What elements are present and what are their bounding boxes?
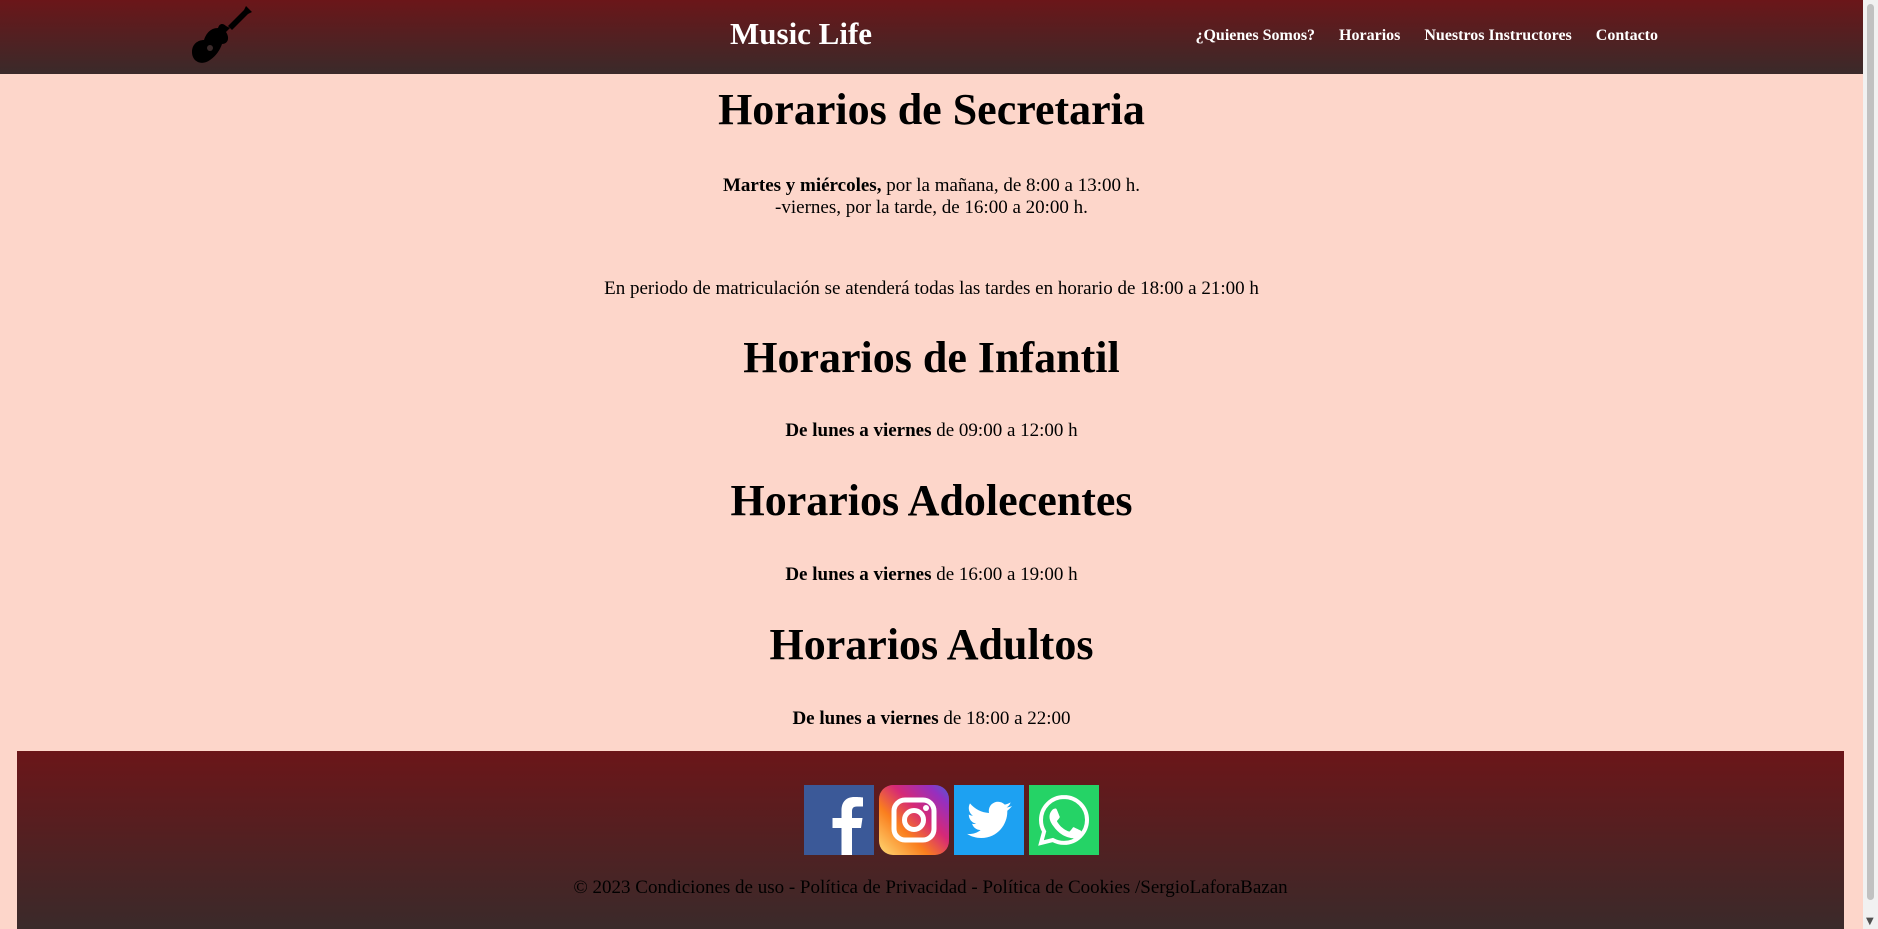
nav-horarios[interactable]: Horarios xyxy=(1339,27,1400,45)
social-links xyxy=(804,785,1099,855)
secretaria-hours: por la mañana, de 8:00 a 13:00 h. xyxy=(881,175,1140,196)
adultos-hours: de 18:00 a 22:00 xyxy=(938,708,1071,729)
adultos-schedule: De lunes a viernes de 18:00 a 22:00 xyxy=(0,707,1863,730)
secretaria-line2: -viernes, por la tarde, de 16:00 a 20:00… xyxy=(775,197,1088,218)
page: Music Life ¿Quienes Somos? Horarios Nues… xyxy=(0,0,1878,929)
adolecentes-schedule: De lunes a viernes de 16:00 a 19:00 h xyxy=(0,563,1863,586)
site-footer: © 2023 Condiciones de uso - Política de … xyxy=(17,751,1844,929)
secretaria-days: Martes y miércoles, xyxy=(723,175,882,196)
infantil-days: De lunes a viernes xyxy=(785,420,932,441)
nav-contacto[interactable]: Contacto xyxy=(1596,27,1658,45)
site-header: Music Life ¿Quienes Somos? Horarios Nues… xyxy=(0,0,1863,74)
adolecentes-title: Horarios Adolecentes xyxy=(730,476,1133,525)
secretaria-title: Horarios de Secretaria xyxy=(718,85,1145,134)
twitter-icon[interactable] xyxy=(954,785,1024,855)
adolecentes-hours: de 16:00 a 19:00 h xyxy=(931,564,1078,585)
whatsapp-icon[interactable] xyxy=(1029,785,1099,855)
adolecentes-days: De lunes a viernes xyxy=(785,564,932,585)
infantil-title: Horarios de Infantil xyxy=(743,333,1120,382)
instagram-icon[interactable] xyxy=(879,785,949,855)
matriculacion-note: En periodo de matriculación se atenderá … xyxy=(604,278,1259,299)
adultos-days: De lunes a viernes xyxy=(792,708,939,729)
main-nav: ¿Quienes Somos? Horarios Nuestros Instru… xyxy=(1195,27,1658,45)
infantil-hours: de 09:00 a 12:00 h xyxy=(931,420,1078,441)
footer-copyright[interactable]: © 2023 Condiciones de uso - Política de … xyxy=(17,877,1844,899)
facebook-icon[interactable] xyxy=(804,785,874,855)
vertical-scrollbar[interactable]: ▼ xyxy=(1863,0,1878,929)
scrollbar-thumb[interactable] xyxy=(1867,4,1874,900)
nav-instructores[interactable]: Nuestros Instructores xyxy=(1424,27,1571,45)
guitar-icon[interactable] xyxy=(190,4,254,66)
nav-quienes-somos[interactable]: ¿Quienes Somos? xyxy=(1195,27,1315,45)
scroll-down-icon[interactable]: ▼ xyxy=(1866,917,1875,927)
infantil-schedule: De lunes a viernes de 09:00 a 12:00 h xyxy=(0,419,1863,442)
site-title[interactable]: Music Life xyxy=(730,16,872,52)
adultos-title: Horarios Adultos xyxy=(769,620,1094,669)
secretaria-line1: Martes y miércoles, por la mañana, de 8:… xyxy=(0,174,1863,197)
